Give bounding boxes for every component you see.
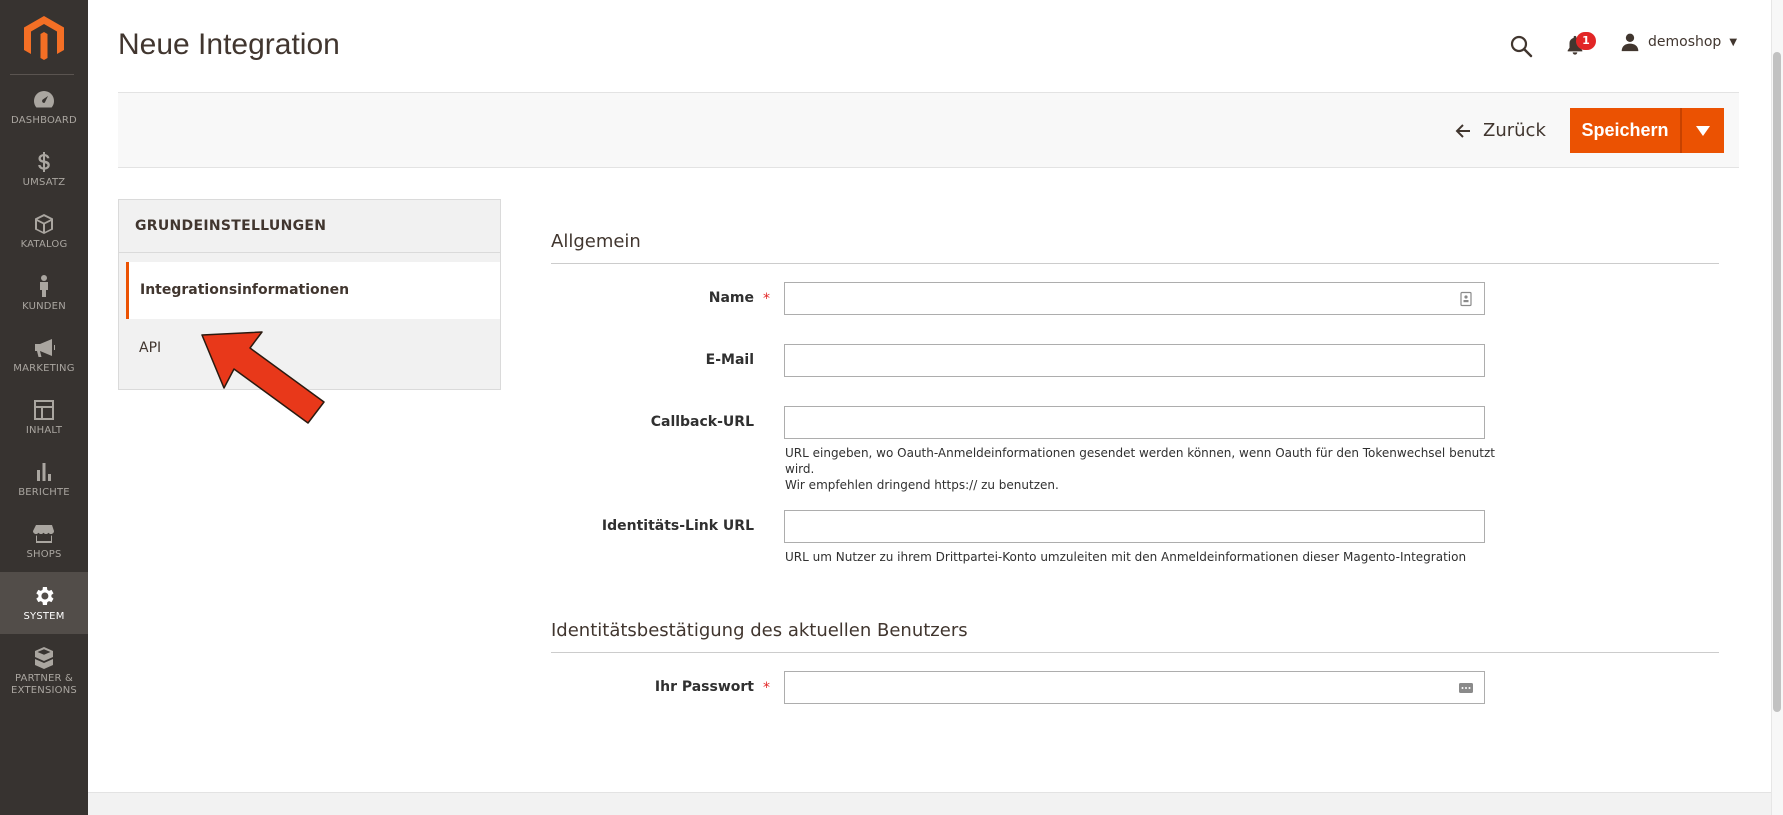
section-divider — [551, 263, 1719, 264]
page-footer — [88, 792, 1783, 815]
logo-divider — [10, 74, 74, 75]
arrow-left-icon — [1455, 123, 1470, 138]
save-options-toggle[interactable] — [1682, 108, 1724, 153]
scrollbar-thumb[interactable] — [1773, 52, 1781, 712]
sidebar-item-partner-extensions[interactable]: PARTNER & EXTENSIONS — [0, 646, 88, 710]
sidebar-item-dashboard[interactable]: DASHBOARD — [0, 88, 88, 150]
megaphone-icon — [35, 339, 55, 357]
caret-down-icon — [1696, 125, 1710, 136]
callback-url-field[interactable] — [784, 406, 1485, 439]
name-label: Name — [708, 290, 754, 306]
name-field[interactable] — [784, 282, 1485, 315]
identity-link-url-note: URL um Nutzer zu ihrem Drittpartei-Konto… — [785, 550, 1467, 564]
save-button[interactable]: Speichern — [1570, 108, 1680, 153]
bar-chart-icon — [37, 463, 51, 481]
back-button-label: Zurück — [1483, 120, 1546, 141]
sidebar-item-label: INHALT — [25, 425, 63, 436]
contact-card-icon — [1460, 291, 1472, 307]
identity-link-url-input[interactable] — [785, 511, 1484, 542]
sidebar-item-label: SYSTEM — [23, 611, 65, 622]
person-icon — [40, 275, 48, 297]
dollar-icon — [38, 152, 50, 172]
sidebar-item-katalog[interactable]: KATALOG — [0, 212, 88, 274]
page-title: Neue Integration — [118, 28, 340, 61]
user-icon — [1621, 33, 1639, 52]
sidebar-item-label: DASHBOARD — [11, 115, 77, 126]
annotation-arrow-icon — [201, 331, 325, 424]
callback-url-note: URL eingeben, wo Oauth-Anmeldeinformatio… — [785, 445, 1505, 493]
sidebar-item-label: EXTENSIONS — [11, 685, 77, 696]
section-divider — [551, 652, 1719, 653]
password-dots-icon — [1459, 683, 1473, 693]
boxes-icon — [35, 647, 53, 669]
admin-sidebar: DASHBOARD UMSATZ KATALOG KUNDEN MARKETIN… — [0, 0, 88, 815]
user-menu[interactable]: demoshop ▼ — [1620, 32, 1737, 52]
sidebar-item-marketing[interactable]: MARKETING — [0, 336, 88, 398]
search-icon[interactable] — [1509, 34, 1533, 58]
section-title-identity-verification: Identitätsbestätigung des aktuellen Benu… — [551, 620, 968, 641]
password-label: Ihr Passwort — [654, 679, 754, 695]
password-input[interactable] — [785, 672, 1484, 703]
box-icon — [35, 214, 53, 234]
sidebar-item-inhalt[interactable]: INHALT — [0, 398, 88, 460]
sidebar-item-label: SHOPS — [26, 549, 62, 560]
tab-label: Integrationsinformationen — [140, 282, 350, 298]
sidebar-item-label: KUNDEN — [22, 301, 66, 312]
notification-badge: 1 — [1576, 32, 1596, 50]
tab-label: API — [139, 340, 162, 356]
callback-url-note-line: URL eingeben, wo Oauth-Anmeldeinformatio… — [785, 446, 1495, 476]
section-title-allgemein: Allgemein — [551, 231, 641, 252]
password-field[interactable] — [784, 671, 1485, 704]
name-input[interactable] — [785, 283, 1484, 314]
sidebar-item-berichte[interactable]: BERICHTE — [0, 460, 88, 522]
callback-url-note-line: Wir empfehlen dringend https:// zu benut… — [785, 478, 1059, 492]
sidebar-item-label: PARTNER & — [14, 673, 74, 684]
tabs-heading[interactable]: GRUNDEINSTELLUNGEN — [119, 200, 500, 253]
sidebar-item-label: BERICHTE — [18, 487, 70, 498]
store-icon — [33, 525, 54, 543]
email-field[interactable] — [784, 344, 1485, 377]
chevron-down-icon: ▼ — [1729, 36, 1738, 48]
magento-logo-icon[interactable] — [24, 16, 64, 60]
callback-url-label: Callback-URL — [650, 414, 754, 430]
email-input[interactable] — [785, 345, 1484, 376]
tabs-heading-label: GRUNDEINSTELLUNGEN — [135, 218, 327, 234]
sidebar-item-system[interactable]: SYSTEM — [0, 572, 88, 634]
back-button[interactable]: Zurück — [1455, 120, 1546, 141]
identity-link-url-label: Identitäts-Link URL — [601, 518, 754, 534]
gear-icon — [36, 587, 54, 605]
identity-link-url-field[interactable] — [784, 510, 1485, 543]
sidebar-item-label: UMSATZ — [22, 177, 66, 188]
tab-integrationsinformationen[interactable]: Integrationsinformationen — [126, 262, 500, 319]
layout-icon — [34, 400, 54, 420]
sidebar-item-label: KATALOG — [20, 239, 68, 250]
required-marker: * — [763, 680, 770, 696]
user-name: demoshop — [1648, 34, 1722, 50]
email-label: E-Mail — [705, 352, 754, 368]
required-marker: * — [763, 291, 770, 307]
callback-url-input[interactable] — [785, 407, 1484, 438]
sidebar-item-kunden[interactable]: KUNDEN — [0, 274, 88, 336]
sidebar-item-umsatz[interactable]: UMSATZ — [0, 150, 88, 212]
sidebar-item-label: MARKETING — [13, 363, 75, 374]
dashboard-icon — [34, 91, 54, 108]
